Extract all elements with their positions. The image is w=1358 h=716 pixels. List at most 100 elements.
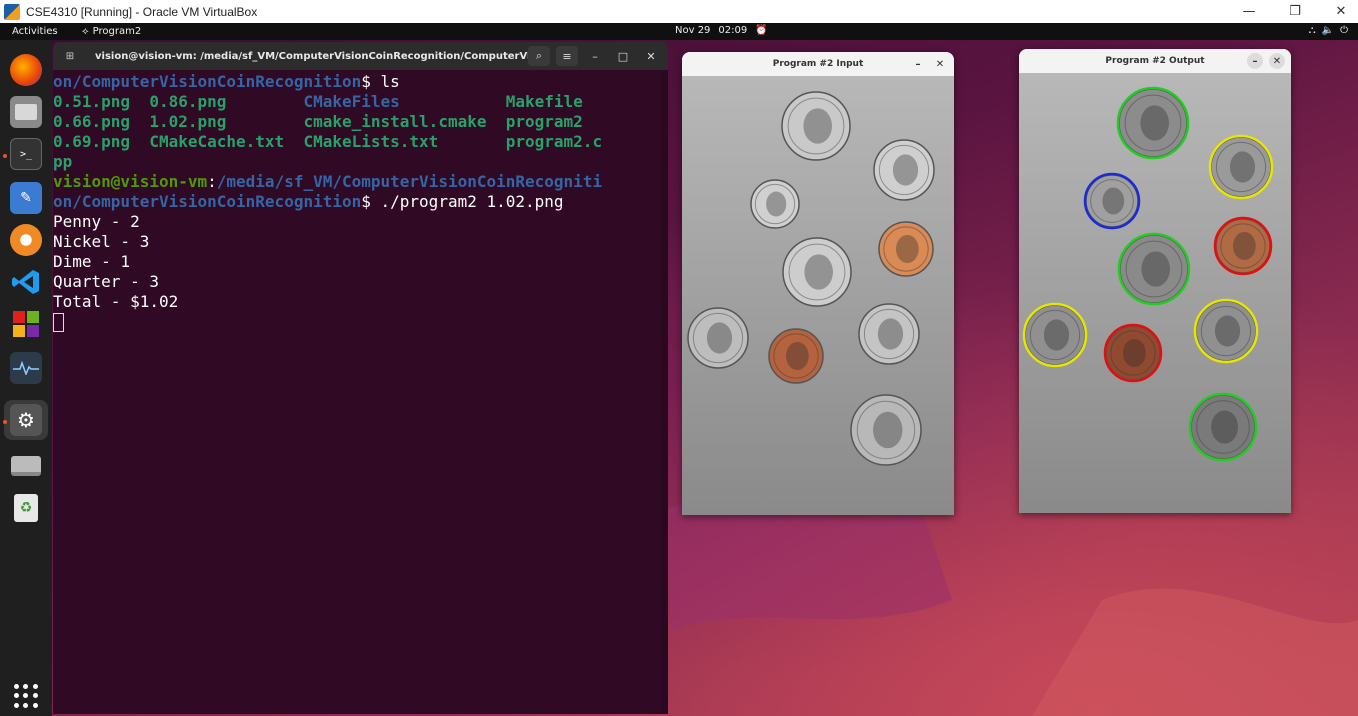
terminal-line: Nickel - 3	[53, 232, 668, 252]
alarm-icon: ⏰	[755, 25, 768, 36]
virtualbox-titlebar: CSE4310 [Running] - Oracle VM VirtualBox…	[0, 0, 1358, 23]
app-center-icon[interactable]	[10, 308, 42, 340]
clock-time: 02:09	[718, 25, 748, 36]
output-minimize-button[interactable]: –	[1247, 53, 1263, 69]
app-menu-icon: ⟡	[82, 26, 89, 37]
terminal-text: 0.69.png CMakeCache.txt CMakeLists.txt p…	[53, 132, 603, 151]
terminal-line: Dime - 1	[53, 252, 668, 272]
output-window-title: Program #2 Output	[1105, 56, 1205, 66]
terminal-header: ⊞ vision@vision-vm: /media/sf_VM/Compute…	[53, 42, 668, 70]
terminal-title: vision@vision-vm: /media/sf_VM/ComputerV…	[95, 50, 548, 62]
terminal-text: :	[207, 172, 217, 191]
vbox-restore-button[interactable]: ❐	[1286, 4, 1304, 19]
terminal-line: Penny - 2	[53, 212, 668, 232]
input-image-window: Program #2 Input – ✕	[682, 52, 954, 515]
hamburger-menu-icon[interactable]: ≡	[556, 46, 578, 66]
terminal-text: Quarter - 3	[53, 272, 159, 291]
firefox-icon[interactable]	[10, 54, 42, 86]
virtualbox-logo-icon	[4, 3, 20, 20]
terminal-line: on/ComputerVisionCoinRecognition$ ls	[53, 72, 668, 92]
system-tray[interactable]: ⛬ 🔈 ⏻	[1309, 25, 1348, 36]
input-coins-svg	[687, 91, 935, 466]
output-image-window: Program #2 Output – ✕	[1019, 49, 1291, 513]
coin	[1188, 392, 1258, 462]
settings-icon[interactable]: ⚙	[10, 404, 42, 436]
input-minimize-button[interactable]: –	[910, 56, 926, 72]
terminal-prompt-line	[53, 312, 668, 332]
show-apps-icon[interactable]	[14, 684, 38, 708]
terminal-line: on/ComputerVisionCoinRecognition$ ./prog…	[53, 192, 668, 212]
coin	[781, 91, 851, 161]
settings-running-indicator	[3, 420, 7, 424]
terminal-line: 0.69.png CMakeCache.txt CMakeLists.txt p…	[53, 132, 668, 152]
coin	[873, 139, 935, 201]
minimize-button[interactable]: –	[584, 46, 606, 66]
coin	[1103, 323, 1163, 383]
close-button[interactable]: ✕	[640, 46, 662, 66]
terminal-text: $ ./program2 1.02.png	[361, 192, 564, 211]
terminal-text: Nickel - 3	[53, 232, 150, 251]
files-icon[interactable]	[10, 96, 42, 128]
coin	[782, 237, 852, 307]
clock-button[interactable]: Nov 29 02:09 ⏰	[675, 25, 768, 36]
coin	[750, 179, 800, 229]
coin	[878, 221, 934, 277]
terminal-text: on/ComputerVisionCoinRecognition	[53, 192, 362, 211]
terminal-text: vision@vision-vm	[53, 172, 208, 191]
vbox-close-button[interactable]: ✕	[1332, 4, 1350, 19]
coin	[1193, 298, 1259, 364]
drive-icon[interactable]	[10, 450, 42, 482]
terminal-text: Penny - 2	[53, 212, 140, 231]
volume-icon: 🔈	[1321, 25, 1335, 36]
terminal-output[interactable]: on/ComputerVisionCoinRecognition$ ls 0.51…	[53, 70, 668, 332]
text-editor-icon[interactable]: ✎	[10, 182, 42, 214]
maximize-button[interactable]: □	[612, 46, 634, 66]
clock-date: Nov 29	[675, 25, 711, 36]
terminal-line: 0.51.png 0.86.png CMakeFiles Makefile	[53, 92, 668, 112]
coin	[1022, 302, 1088, 368]
terminal-text: pp	[53, 152, 73, 171]
coin	[1208, 134, 1274, 200]
activities-button[interactable]: Activities	[12, 26, 72, 37]
input-close-button[interactable]: ✕	[932, 56, 948, 72]
output-close-button[interactable]: ✕	[1269, 53, 1285, 69]
terminal-text: on/ComputerVisionCoinRecognition	[53, 72, 362, 91]
input-image	[682, 76, 954, 515]
power-icon: ⏻	[1340, 25, 1348, 36]
coin	[1116, 86, 1190, 160]
ubuntu-software-icon[interactable]	[10, 224, 42, 256]
terminal-text: $ ls	[361, 72, 400, 91]
terminal-text: CMakeFiles	[303, 92, 400, 111]
terminal-scrollbar[interactable]	[662, 70, 668, 714]
output-window-header: Program #2 Output – ✕	[1019, 49, 1291, 73]
terminal-icon[interactable]: >_	[10, 138, 42, 170]
input-window-title: Program #2 Input	[772, 59, 864, 69]
dock: >_ ✎ ⚙ ♻	[0, 40, 52, 716]
trash-icon[interactable]: ♻	[10, 492, 42, 524]
terminal-text: Dime - 1	[53, 252, 131, 271]
coin	[1083, 172, 1141, 230]
coin	[687, 307, 749, 369]
search-icon[interactable]: ⌕	[528, 46, 550, 66]
app-menu[interactable]: ⟡ Program2	[82, 26, 141, 37]
system-monitor-icon[interactable]	[10, 352, 42, 384]
vscode-icon[interactable]	[10, 266, 42, 298]
coin	[1213, 216, 1273, 276]
terminal-line: Total - $1.02	[53, 292, 668, 312]
app-menu-label: Program2	[92, 26, 142, 37]
terminal-window: ⊞ vision@vision-vm: /media/sf_VM/Compute…	[53, 42, 668, 714]
input-window-header: Program #2 Input – ✕	[682, 52, 954, 76]
output-image	[1019, 73, 1291, 513]
vbox-minimize-button[interactable]: —	[1240, 4, 1258, 19]
terminal-text: 0.51.png 0.86.png	[53, 92, 304, 111]
ubuntu-top-bar: Activities ⟡ Program2 Nov 29 02:09 ⏰ ⛬ 🔈…	[0, 23, 1358, 40]
new-tab-icon[interactable]: ⊞	[59, 47, 81, 65]
terminal-line: 0.66.png 1.02.png cmake_install.cmake pr…	[53, 112, 668, 132]
terminal-line: vision@vision-vm:/media/sf_VM/ComputerVi…	[53, 172, 668, 192]
terminal-text: Total - $1.02	[53, 292, 179, 311]
terminal-line: pp	[53, 152, 668, 172]
terminal-text: 0.66.png 1.02.png cmake_install.cmake pr…	[53, 112, 583, 131]
coin	[858, 303, 920, 365]
network-icon: ⛬	[1308, 25, 1316, 36]
